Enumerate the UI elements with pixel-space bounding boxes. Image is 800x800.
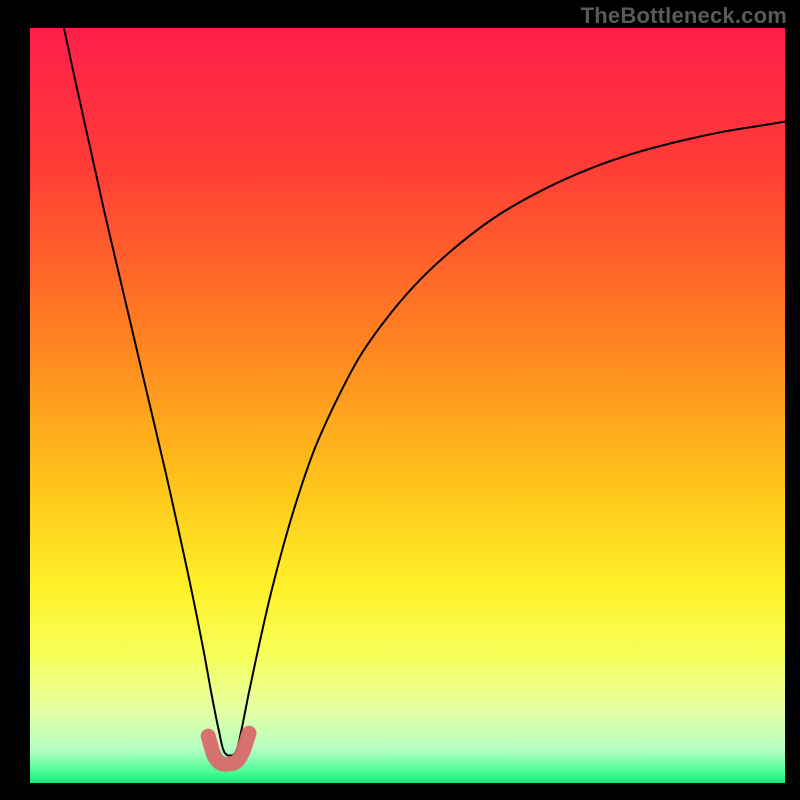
bottleneck-plot	[30, 28, 785, 783]
chart-frame: TheBottleneck.com	[0, 0, 800, 800]
watermark-text: TheBottleneck.com	[581, 3, 787, 29]
